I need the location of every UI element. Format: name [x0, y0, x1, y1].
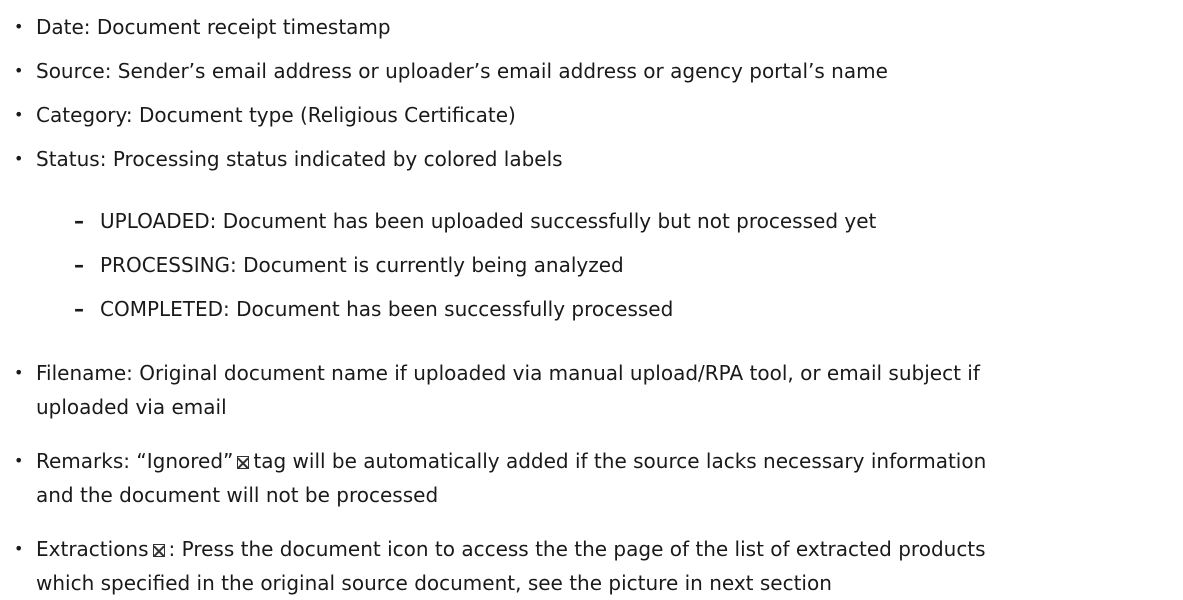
status-subitem-uploaded: UPLOADED: Document has been uploaded suc… — [74, 206, 1160, 236]
status-subitem-processing: PROCESSING: Document is currently being … — [74, 250, 1160, 280]
filename-line-1: Filename: Original document name if uplo… — [36, 361, 980, 385]
filename-line-2: uploaded via email — [36, 395, 227, 419]
list-item-category: Category: Document type (Religious Certi… — [14, 100, 1176, 130]
document-icon — [152, 544, 165, 557]
extractions-text-start: Extractions — [36, 537, 149, 561]
list-item-status: Status: Processing status indicated by c… — [14, 144, 1176, 174]
list-item-remarks: Remarks: “Ignored” tag will be automatica… — [14, 444, 1176, 512]
list-item-extractions: Extractions : Press the document icon to … — [14, 532, 1176, 600]
extractions-text-end: : Press the document icon to access the … — [168, 537, 986, 561]
remarks-text-end: tag will be automatically added if the s… — [253, 449, 987, 473]
status-subitem-completed: COMPLETED: Document has been successfull… — [74, 294, 1160, 324]
document-body: Date: Document receipt timestamp Source:… — [0, 0, 1183, 600]
tag-icon — [237, 456, 250, 469]
remarks-text-start: Remarks: “Ignored” — [36, 449, 234, 473]
list-item-filename: Filename: Original document name if uplo… — [14, 356, 1176, 424]
extractions-line-2: which specified in the original source d… — [36, 571, 832, 595]
remarks-line-2: and the document will not be processed — [36, 483, 439, 507]
list-item-source: Source: Sender’s email address or upload… — [14, 56, 1176, 86]
list-item-date: Date: Document receipt timestamp — [14, 12, 1176, 42]
